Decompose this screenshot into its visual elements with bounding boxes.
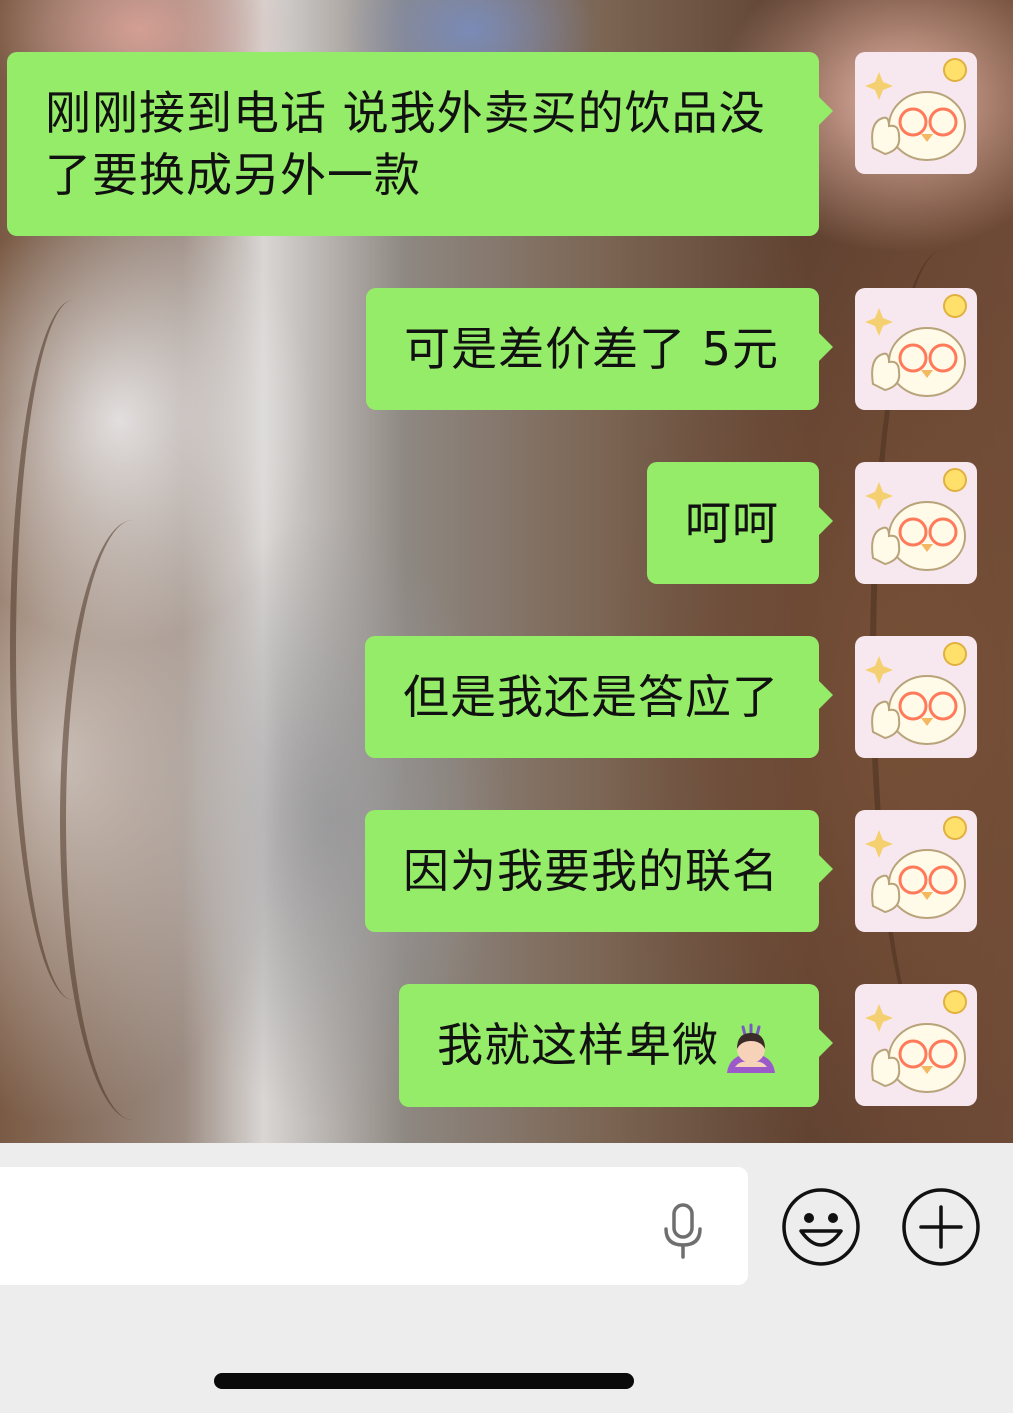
message-row: 我就这样卑微 <box>399 984 977 1107</box>
user-avatar[interactable] <box>855 984 977 1106</box>
message-row: 但是我还是答应了 <box>365 636 977 758</box>
message-bubble[interactable]: 但是我还是答应了 <box>365 636 833 758</box>
message-row: 可是差价差了 5元 <box>366 288 977 410</box>
message-bubble[interactable]: 我就这样卑微 <box>399 984 833 1107</box>
message-bubble[interactable]: 因为我要我的联名 <box>365 810 833 932</box>
chat-background: 刚刚接到电话 说我外卖买的饮品没了要换成另外一款 可是差价差了 5元 呵呵 但是… <box>0 0 1013 1143</box>
message-row: 因为我要我的联名 <box>365 810 977 932</box>
message-bubble[interactable]: 刚刚接到电话 说我外卖买的饮品没了要换成另外一款 <box>7 52 833 236</box>
background-detail <box>60 520 206 1120</box>
user-avatar[interactable] <box>855 52 977 174</box>
plus-circle-icon[interactable] <box>901 1187 981 1267</box>
user-avatar[interactable] <box>855 288 977 410</box>
message-row: 呵呵 <box>647 462 977 584</box>
message-bubble[interactable]: 呵呵 <box>647 462 833 584</box>
microphone-icon[interactable] <box>660 1203 706 1259</box>
user-avatar[interactable] <box>855 462 977 584</box>
message-text: 我就这样卑微 <box>437 1018 719 1072</box>
owl-sticker-avatar-icon <box>855 984 977 1106</box>
owl-sticker-avatar-icon <box>855 636 977 758</box>
chat-input-bar <box>0 1143 1013 1413</box>
owl-sticker-avatar-icon <box>855 810 977 932</box>
message-bubble[interactable]: 可是差价差了 5元 <box>366 288 833 410</box>
owl-sticker-avatar-icon <box>855 52 977 174</box>
message-input[interactable] <box>0 1167 748 1285</box>
home-indicator[interactable] <box>214 1373 634 1389</box>
person-bowing-emoji-icon <box>727 1023 775 1073</box>
user-avatar[interactable] <box>855 636 977 758</box>
user-avatar[interactable] <box>855 810 977 932</box>
message-row: 刚刚接到电话 说我外卖买的饮品没了要换成另外一款 <box>7 52 977 236</box>
smiley-face-icon[interactable] <box>781 1187 861 1267</box>
owl-sticker-avatar-icon <box>855 288 977 410</box>
owl-sticker-avatar-icon <box>855 462 977 584</box>
